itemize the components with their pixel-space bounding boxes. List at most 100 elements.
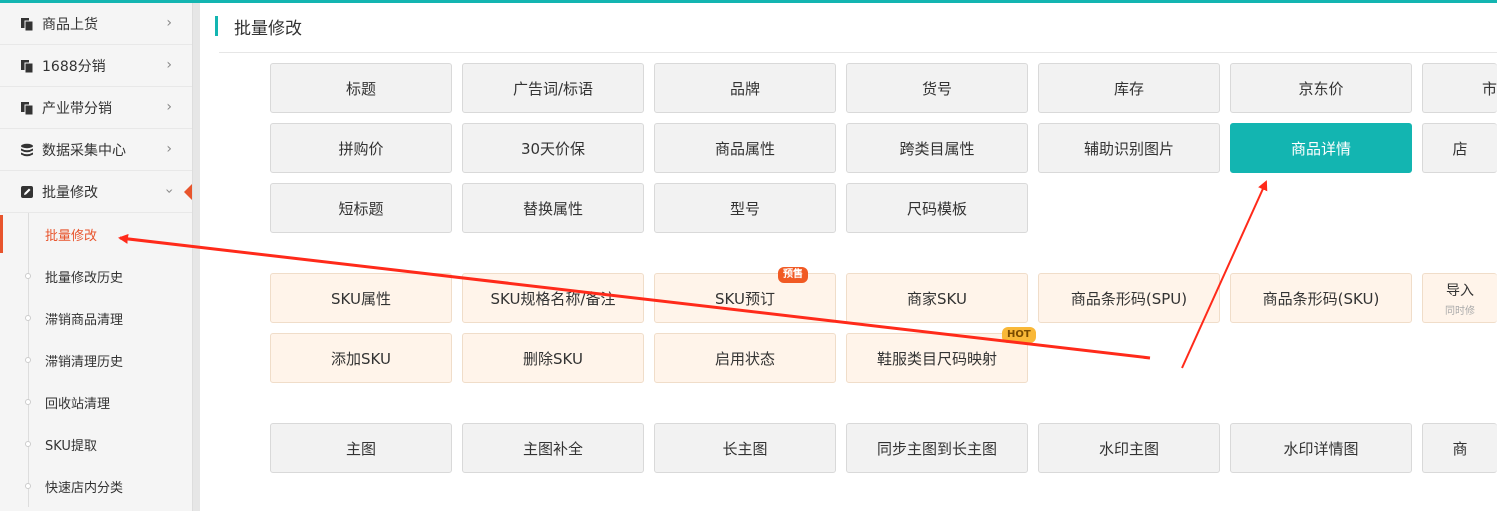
button-label: 标题 [345, 79, 376, 98]
button-label: 店 [1452, 139, 1468, 158]
btn-model[interactable]: 型号 [654, 183, 836, 233]
bullet-icon [25, 357, 31, 363]
copy-icon [20, 101, 34, 115]
bullet-icon [25, 441, 31, 447]
btn-short-title[interactable]: 短标题 [270, 183, 452, 233]
bullet-icon [25, 483, 31, 489]
page-title: 批量修改 [234, 18, 302, 39]
btn-ad-slogan[interactable]: 广告词/标语 [462, 63, 644, 113]
btn-store[interactable]: 店 [1422, 123, 1497, 173]
btn-long-main-image[interactable]: 长主图 [654, 423, 836, 473]
button-sublabel: 同时修 [1445, 305, 1475, 317]
chevron-right-icon: › [166, 57, 172, 73]
btn-apparel-size-mapping[interactable]: 鞋服类目尺码映射 [846, 333, 1028, 383]
page-header: 批量修改 [215, 14, 302, 39]
button-label: 跨类目属性 [899, 139, 975, 158]
sidebar-scrollbar[interactable] [192, 3, 200, 511]
button-label: 型号 [729, 199, 760, 218]
submenu-label: SKU提取 [45, 438, 97, 454]
btn-jd-price[interactable]: 京东价 [1230, 63, 1412, 113]
btn-product-image[interactable]: 商 [1422, 423, 1497, 473]
button-label: 商品属性 [714, 139, 775, 158]
button-label: 市 [1481, 79, 1497, 98]
btn-30day-price-protect[interactable]: 30天价保 [462, 123, 644, 173]
button-label: 短标题 [338, 199, 384, 218]
chevron-right-icon: › [166, 141, 172, 157]
btn-barcode-sku[interactable]: 商品条形码(SKU) [1230, 273, 1412, 323]
btn-cross-category-attributes[interactable]: 跨类目属性 [846, 123, 1028, 173]
btn-size-template[interactable]: 尺码模板 [846, 183, 1028, 233]
button-label: 品牌 [729, 79, 760, 98]
submenu-item-sku-extract[interactable]: SKU提取 [0, 423, 192, 465]
btn-watermark-detail-image[interactable]: 水印详情图 [1230, 423, 1412, 473]
btn-main-image[interactable]: 主图 [270, 423, 452, 473]
sidebar-item-product-upload[interactable]: 商品上货 › [0, 3, 192, 45]
button-label: SKU属性 [331, 289, 391, 308]
button-label: 拼购价 [338, 139, 384, 158]
btn-add-sku[interactable]: 添加SKU [270, 333, 452, 383]
btn-watermark-main-image[interactable]: 水印主图 [1038, 423, 1220, 473]
submenu-item-batch-edit[interactable]: 批量修改 [0, 213, 192, 255]
button-label: 主图补全 [522, 439, 583, 458]
sidebar-item-label: 产业带分销 [42, 100, 112, 117]
submenu-label: 批量修改历史 [45, 270, 124, 286]
button-label: 尺码模板 [906, 199, 967, 218]
submenu-item-unsold-cleanup[interactable]: 滞销商品清理 [0, 297, 192, 339]
btn-product-attributes[interactable]: 商品属性 [654, 123, 836, 173]
submenu-item-recycle-bin[interactable]: 回收站清理 [0, 381, 192, 423]
btn-delete-sku[interactable]: 删除SKU [462, 333, 644, 383]
submenu-label: 滞销商品清理 [45, 312, 124, 328]
btn-replace-attributes[interactable]: 替换属性 [462, 183, 644, 233]
presale-badge: 预售 [778, 267, 808, 283]
btn-item-number[interactable]: 货号 [846, 63, 1028, 113]
btn-sku-spec-name[interactable]: SKU规格名称/备注 [462, 273, 644, 323]
sidebar-item-data-collection[interactable]: 数据采集中心 › [0, 129, 192, 171]
submenu-label: 快速店内分类 [45, 480, 124, 496]
sidebar-item-batch-edit[interactable]: 批量修改 › [0, 171, 192, 213]
button-label: 替换属性 [522, 199, 583, 218]
header-divider [219, 52, 1497, 53]
btn-enable-status[interactable]: 启用状态 [654, 333, 836, 383]
submenu-item-quick-category[interactable]: 快速店内分类 [0, 465, 192, 507]
submenu-label: 回收站清理 [45, 396, 111, 412]
btn-auxiliary-images[interactable]: 辅助识别图片 [1038, 123, 1220, 173]
submenu-item-batch-edit-history[interactable]: 批量修改历史 [0, 255, 192, 297]
button-label: 删除SKU [523, 349, 583, 368]
button-label: 水印主图 [1098, 439, 1159, 458]
title-accent-bar [215, 16, 218, 36]
btn-sku-presale[interactable]: SKU预订 [654, 273, 836, 323]
button-label: 货号 [921, 79, 952, 98]
hot-badge: HOT [1002, 327, 1036, 343]
btn-stock[interactable]: 库存 [1038, 63, 1220, 113]
button-label: SKU规格名称/备注 [490, 289, 616, 308]
btn-brand[interactable]: 品牌 [654, 63, 836, 113]
active-indicator [184, 184, 192, 200]
button-label: 商品条形码(SPU) [1070, 289, 1188, 308]
btn-product-details[interactable]: 商品详情 [1230, 123, 1412, 173]
button-label: 主图 [345, 439, 376, 458]
copy-icon [20, 59, 34, 73]
btn-sku-attributes[interactable]: SKU属性 [270, 273, 452, 323]
button-label: 同步主图到长主图 [876, 439, 997, 458]
sidebar-item-label: 数据采集中心 [42, 142, 126, 159]
bullet-icon [25, 399, 31, 405]
button-label: 京东价 [1298, 79, 1344, 98]
submenu-item-unsold-cleanup-history[interactable]: 滞销清理历史 [0, 339, 192, 381]
button-label: 库存 [1113, 79, 1144, 98]
btn-market-price[interactable]: 市 [1422, 63, 1497, 113]
btn-barcode-spu[interactable]: 商品条形码(SPU) [1038, 273, 1220, 323]
chevron-right-icon: › [166, 99, 172, 115]
button-label: 广告词/标语 [512, 79, 594, 98]
btn-group-price[interactable]: 拼购价 [270, 123, 452, 173]
button-label: 长主图 [722, 439, 768, 458]
sidebar-item-1688[interactable]: 1688分销 › [0, 45, 192, 87]
btn-main-image-complete[interactable]: 主图补全 [462, 423, 644, 473]
button-label: 辅助识别图片 [1083, 139, 1174, 158]
btn-merchant-sku[interactable]: 商家SKU [846, 273, 1028, 323]
btn-import[interactable]: 导入 同时修 [1422, 273, 1497, 323]
btn-sync-long-image[interactable]: 同步主图到长主图 [846, 423, 1028, 473]
sidebar-item-industry[interactable]: 产业带分销 › [0, 87, 192, 129]
btn-title[interactable]: 标题 [270, 63, 452, 113]
button-label: SKU预订 [715, 289, 775, 308]
submenu-label: 批量修改 [45, 228, 98, 244]
